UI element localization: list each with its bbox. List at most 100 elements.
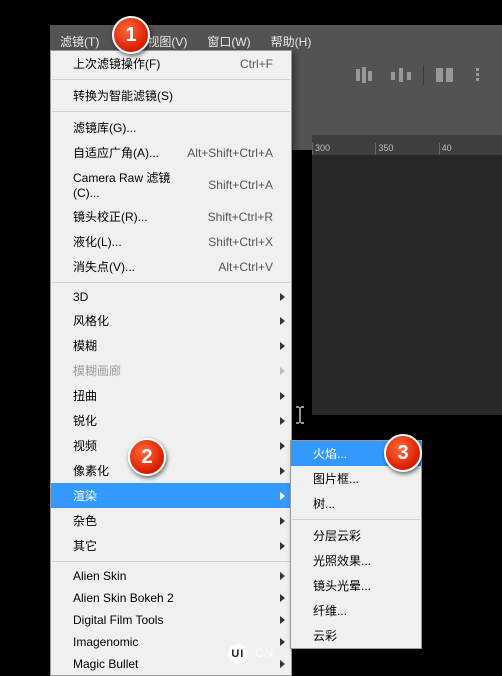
menu-item-label: 光照效果...: [313, 552, 403, 569]
chevron-right-icon: [280, 492, 285, 500]
menu-item-label: 消失点(V)...: [73, 258, 206, 275]
menu-item-label: 渲染: [73, 487, 273, 504]
menu-separator: [52, 282, 290, 283]
menu-item-label: 模糊: [73, 337, 273, 354]
menu-item-label: Camera Raw 滤镜(C)...: [73, 169, 196, 200]
menu-shortcut: Shift+Ctrl+X: [208, 235, 273, 249]
chevron-right-icon: [280, 342, 285, 350]
menu-alien-skin[interactable]: Alien Skin: [51, 565, 291, 587]
menu-adaptive-wide[interactable]: 自适应广角(A)... Alt+Shift+Ctrl+A: [51, 140, 291, 165]
menu-item-label: 树...: [313, 495, 403, 512]
menu-noise[interactable]: 杂色: [51, 508, 291, 533]
menu-separator: [52, 561, 290, 562]
menu-sharpen[interactable]: 锐化: [51, 408, 291, 433]
menu-camera-raw[interactable]: Camera Raw 滤镜(C)... Shift+Ctrl+A: [51, 165, 291, 204]
menu-item-label: 上次滤镜操作(F): [73, 55, 228, 72]
ruler-tick: 350: [375, 143, 438, 155]
ruler-tick: 40: [439, 143, 502, 155]
menu-lens-correction[interactable]: 镜头校正(R)... Shift+Ctrl+R: [51, 204, 291, 229]
menu-item-label: Alien Skin: [73, 569, 273, 583]
filter-menu: 上次滤镜操作(F) Ctrl+F 转换为智能滤镜(S) 滤镜库(G)... 自适…: [50, 50, 292, 676]
chevron-right-icon: [280, 367, 285, 375]
submenu-difference-clouds[interactable]: 分层云彩: [291, 523, 421, 548]
menu-item-label: 杂色: [73, 512, 273, 529]
ruler: 300 350 40: [312, 135, 502, 155]
menu-item-label: 图片框...: [313, 470, 403, 487]
watermark: UI·CN: [0, 644, 502, 664]
menu-alien-skin-bokeh[interactable]: Alien Skin Bokeh 2: [51, 587, 291, 609]
submenu-fibers[interactable]: 纤维...: [291, 598, 421, 623]
menu-pixelate[interactable]: 像素化: [51, 458, 291, 483]
watermark-logo: UI: [228, 644, 248, 664]
menu-separator: [292, 519, 420, 520]
menu-digital-film-tools[interactable]: Digital Film Tools: [51, 609, 291, 631]
menu-item-label: 分层云彩: [313, 527, 403, 544]
menu-separator: [52, 79, 290, 80]
chevron-right-icon: [280, 616, 285, 624]
menu-shortcut: Alt+Ctrl+V: [218, 260, 273, 274]
menu-shortcut: Shift+Ctrl+R: [208, 210, 273, 224]
submenu-tree[interactable]: 树...: [291, 491, 421, 516]
menu-item-label: 像素化: [73, 462, 273, 479]
menu-shortcut: Ctrl+F: [240, 57, 273, 71]
menu-item-label: 模糊画廊: [73, 362, 273, 379]
chevron-right-icon: [280, 572, 285, 580]
submenu-lighting-effects[interactable]: 光照效果...: [291, 548, 421, 573]
chevron-right-icon: [280, 417, 285, 425]
menu-filter-gallery[interactable]: 滤镜库(G)...: [51, 115, 291, 140]
menu-liquify[interactable]: 液化(L)... Shift+Ctrl+X: [51, 229, 291, 254]
menu-item-label: 风格化: [73, 312, 273, 329]
chevron-right-icon: [280, 442, 285, 450]
menu-stylize[interactable]: 风格化: [51, 308, 291, 333]
menu-item-label: 纤维...: [313, 602, 403, 619]
submenu-lens-flare[interactable]: 镜头光晕...: [291, 573, 421, 598]
menu-item-label: 液化(L)...: [73, 233, 196, 250]
chevron-right-icon: [280, 317, 285, 325]
menu-blur[interactable]: 模糊: [51, 333, 291, 358]
menu-render[interactable]: 渲染: [51, 483, 291, 508]
ruler-tick: 300: [312, 143, 375, 155]
menu-item-label: 镜头光晕...: [313, 577, 403, 594]
menu-vanishing-point[interactable]: 消失点(V)... Alt+Ctrl+V: [51, 254, 291, 279]
menu-3d[interactable]: 3D: [51, 286, 291, 308]
chevron-right-icon: [280, 517, 285, 525]
menu-other[interactable]: 其它: [51, 533, 291, 558]
menu-video[interactable]: 视频: [51, 433, 291, 458]
watermark-text: ·CN: [250, 646, 274, 660]
menu-item-label: 滤镜库(G)...: [73, 119, 273, 136]
menu-item-label: 锐化: [73, 412, 273, 429]
menu-item-label: 其它: [73, 537, 273, 554]
canvas-area[interactable]: [312, 155, 502, 415]
menu-convert-smart[interactable]: 转换为智能滤镜(S): [51, 83, 291, 108]
align-icon[interactable]: [351, 63, 381, 87]
menu-item-label: 转换为智能滤镜(S): [73, 87, 273, 104]
menu-shortcut: Shift+Ctrl+A: [208, 178, 273, 192]
text-cursor-icon: [295, 406, 305, 424]
chevron-right-icon: [280, 542, 285, 550]
menu-last-filter[interactable]: 上次滤镜操作(F) Ctrl+F: [51, 51, 291, 76]
menu-item-label: 3D: [73, 290, 273, 304]
chevron-right-icon: [280, 392, 285, 400]
menu-shortcut: Alt+Shift+Ctrl+A: [187, 146, 273, 160]
menu-item-label: 视频: [73, 437, 273, 454]
menu-distort[interactable]: 扭曲: [51, 383, 291, 408]
chevron-right-icon: [280, 293, 285, 301]
grid-icon[interactable]: [430, 63, 460, 87]
chevron-right-icon: [280, 594, 285, 602]
chevron-right-icon: [280, 467, 285, 475]
menu-separator: [52, 111, 290, 112]
toolbar-right: [351, 60, 496, 90]
callout-badge-2: 2: [128, 438, 166, 476]
menu-item-label: Digital Film Tools: [73, 613, 273, 627]
options-icon[interactable]: [466, 63, 496, 87]
callout-badge-1: 1: [112, 16, 150, 54]
menu-item-label: 自适应广角(A)...: [73, 144, 175, 161]
distribute-icon[interactable]: [387, 63, 417, 87]
menu-item-label: 扭曲: [73, 387, 273, 404]
menu-blur-gallery[interactable]: 模糊画廊: [51, 358, 291, 383]
menu-item-label: Alien Skin Bokeh 2: [73, 591, 273, 605]
toolbar-separator: [423, 65, 424, 85]
menu-item-label: 云彩: [313, 627, 403, 644]
menu-item-label: 镜头校正(R)...: [73, 208, 196, 225]
callout-badge-3: 3: [384, 434, 422, 472]
